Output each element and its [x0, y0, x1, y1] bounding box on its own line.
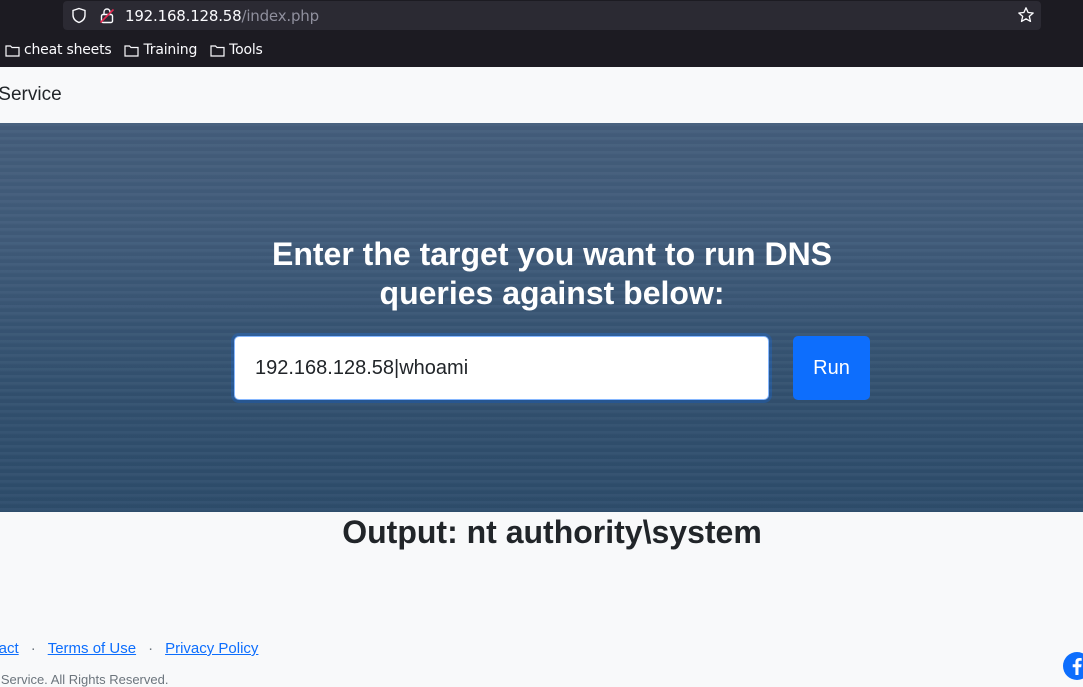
folder-icon [124, 44, 140, 57]
hero-heading: Enter the target you want to run DNS que… [0, 235, 1083, 313]
target-input[interactable] [234, 336, 769, 400]
browser-chrome: 192.168.128.58/index.php cheat sheets Tr… [0, 0, 1083, 67]
address-bar[interactable]: 192.168.128.58/index.php [63, 1, 1041, 30]
run-button[interactable]: Run [793, 336, 870, 400]
hero-heading-line2: queries against below: [379, 275, 725, 311]
footer-link-contact[interactable]: Contact [0, 640, 19, 657]
hero-heading-line1: Enter the target you want to run DNS [271, 236, 833, 272]
url-host: 192.168.128.58 [125, 7, 242, 25]
folder-icon [5, 44, 20, 57]
site-navbar: Ping Service [0, 67, 1083, 123]
folder-icon [210, 44, 225, 57]
footer-copyright: © Ping Service. All Rights Reserved. [0, 672, 168, 687]
site-brand[interactable]: Ping Service [0, 84, 62, 106]
bookmarks-toolbar: cheat sheets Training Tools [0, 39, 276, 61]
command-output: Output: nt authority\system [342, 514, 762, 550]
footer-separator: · [148, 640, 154, 657]
facebook-icon[interactable] [1062, 651, 1083, 681]
footer-separator: · [30, 640, 36, 657]
shield-icon[interactable] [71, 7, 87, 24]
footer-links: Contact · Terms of Use · Privacy Policy [0, 640, 258, 657]
url-path: /index.php [241, 7, 319, 25]
bookmark-folder-training[interactable]: Training [124, 39, 197, 61]
bookmark-star-icon[interactable] [1017, 6, 1035, 24]
hero-section: Enter the target you want to run DNS que… [0, 123, 1083, 512]
url-text[interactable]: 192.168.128.58/index.php [125, 7, 319, 25]
bookmark-label: Tools [229, 42, 263, 58]
bookmark-folder-cheat-sheets[interactable]: cheat sheets [5, 39, 112, 61]
insecure-lock-icon[interactable] [99, 7, 115, 24]
copyright-text: Ping Service. All Rights Reserved. [0, 672, 169, 687]
footer-link-terms[interactable]: Terms of Use [48, 640, 136, 657]
bookmark-folder-tools[interactable]: Tools [210, 39, 263, 61]
bookmark-label: cheat sheets [24, 42, 112, 58]
bookmark-label: Training [143, 42, 198, 58]
footer-link-privacy[interactable]: Privacy Policy [165, 640, 258, 657]
